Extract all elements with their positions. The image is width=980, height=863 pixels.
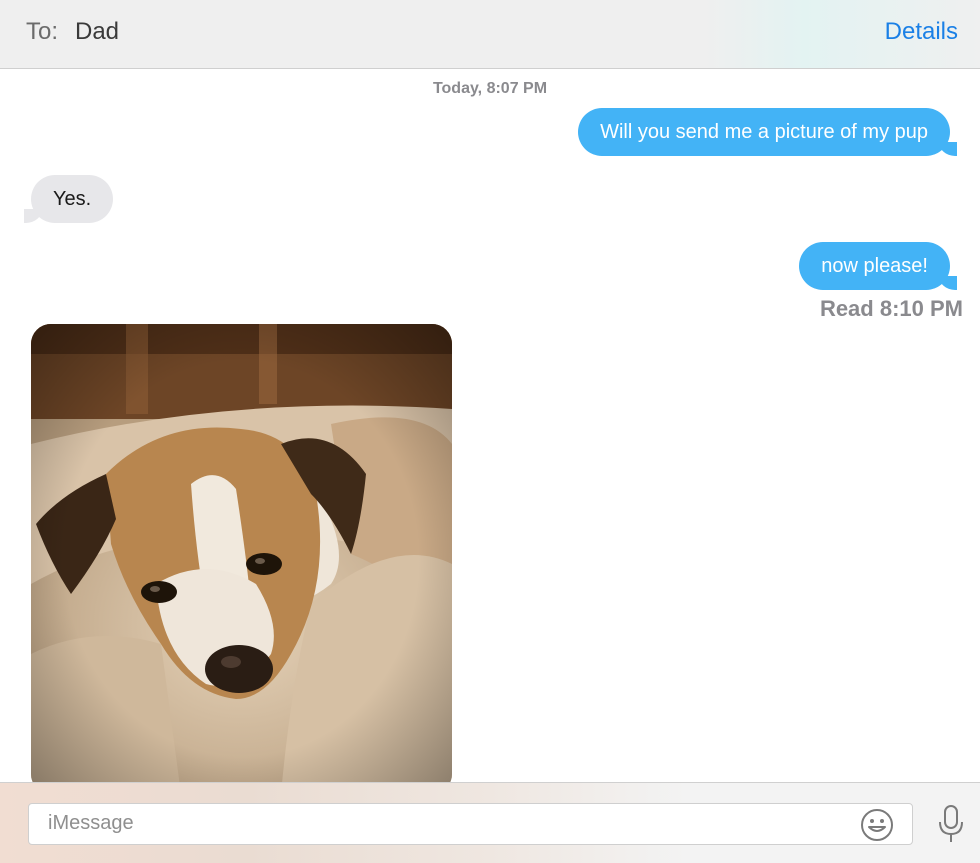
recipient-name[interactable]: Dad [75,18,119,46]
message-text: now please! [821,255,928,277]
emoji-icon[interactable] [860,808,894,842]
message-text: Yes. [53,188,92,210]
conversation-header: To: Dad Details [0,0,980,69]
message-composer: iMessage [0,782,980,863]
read-receipt: Read 8:10 PM [819,296,963,321]
sent-message-bubble[interactable]: now please! [799,242,957,290]
conversation-timestamp: Today, 8:07 PM [432,80,548,97]
imessage-placeholder: iMessage [48,812,134,834]
received-photo-message[interactable] [31,324,452,794]
microphone-icon[interactable] [936,804,966,844]
dog-photo-image [31,324,452,794]
sent-message-bubble[interactable]: Will you send me a picture of my pup [578,108,957,156]
details-button[interactable]: Details [885,18,958,46]
imessage-input[interactable]: iMessage [28,803,913,845]
message-text: Will you send me a picture of my pup [600,121,928,143]
received-message-bubble[interactable]: Yes. [23,175,114,223]
to-label: To: [26,18,59,45]
